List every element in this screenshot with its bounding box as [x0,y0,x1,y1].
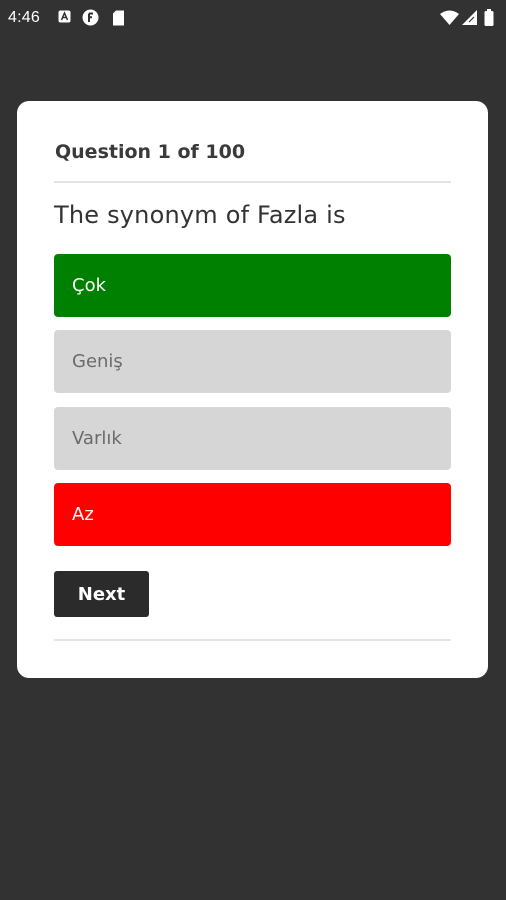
wifi-icon [440,10,459,25]
quiz-card: Question 1 of 100 The synonym of Fazla i… [17,101,488,678]
cell-signal-icon [462,10,477,25]
answer-option-label: Az [72,504,94,525]
answer-option-label: Çok [72,275,107,296]
status-bar: 4:46 [0,0,506,38]
question-counter: Question 1 of 100 [55,141,246,163]
divider-bottom [54,639,451,641]
answer-option-3[interactable]: Varlık [54,407,451,470]
answer-option-4[interactable]: Az [54,483,451,546]
answer-option-label: Varlık [72,428,122,449]
status-time: 4:46 [8,9,40,26]
answer-option-label: Geniş [72,351,123,372]
next-button[interactable]: Next [54,571,149,617]
divider-top [54,181,451,183]
notification-a-icon [58,10,71,23]
battery-icon [484,9,494,26]
notification-f-icon [82,9,99,26]
question-text: The synonym of Fazla is [54,201,346,229]
answer-option-1[interactable]: Çok [54,254,451,317]
answer-option-2[interactable]: Geniş [54,330,451,393]
sim-card-icon [112,10,125,26]
